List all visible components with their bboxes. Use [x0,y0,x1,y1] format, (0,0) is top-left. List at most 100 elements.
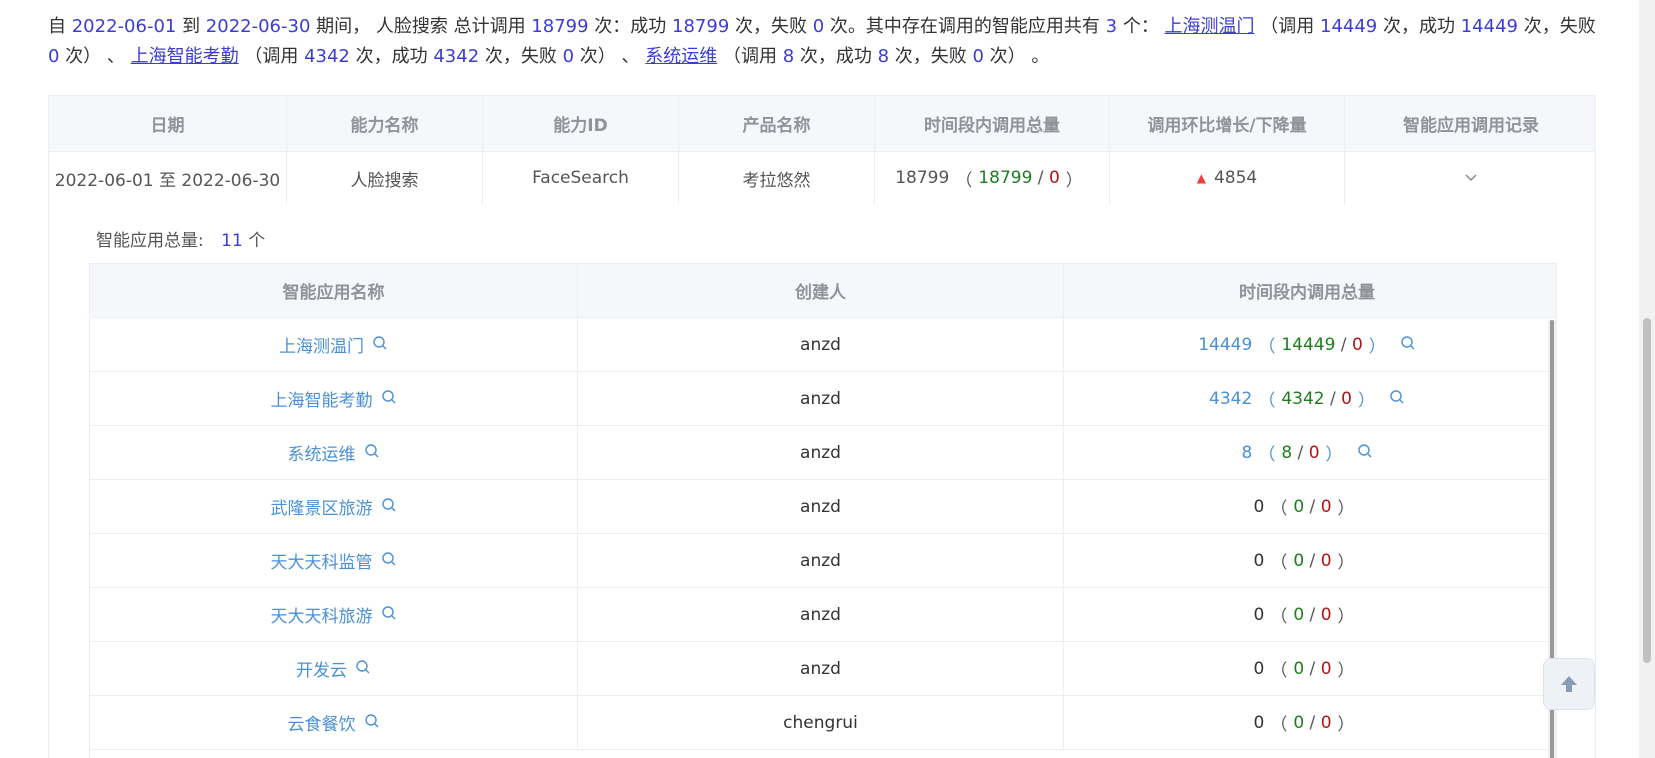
app-name-link[interactable]: 上海测温门 [279,332,364,357]
search-icon[interactable] [364,713,380,733]
paren-close: ） [1357,391,1375,411]
search-icon[interactable] [381,389,397,409]
app-fail-value: 0 [1320,658,1332,679]
search-icon[interactable] [355,659,371,679]
paren-close: ） [1325,445,1343,465]
app-name-link[interactable]: 天大天科监管 [271,548,373,573]
search-icon[interactable] [1389,389,1405,409]
cell-app-name: 上海智能考勤 [90,372,578,425]
back-to-top-button[interactable] [1543,658,1595,710]
app-name-link[interactable]: 上海智能考勤 [271,386,373,411]
header-records: 智能应用调用记录 [1403,116,1539,136]
summary-text-part: 期间， 人脸搜索 总计调用 [310,16,532,37]
cell-date: 2022-06-01 至 2022-06-30 [49,151,287,205]
slash: / [1304,496,1321,517]
slash: / [1324,388,1342,409]
paren-close: ） [1337,661,1355,681]
up-arrow-icon: ▲ [1196,171,1206,185]
success-calls: 18799 [672,16,730,37]
header-app-name: 智能应用名称 [90,264,578,317]
cell-app-total: 0 （ 0 / 0 ） [1064,534,1550,587]
header-creator: 创建人 [578,264,1064,317]
cell-creator: anzd [578,372,1064,425]
summary-text-part: （调用 [1254,16,1320,37]
app-fail-value: 0 [1308,442,1320,463]
cell-records[interactable] [1345,151,1595,205]
app-success-value: 0 [1293,604,1305,625]
search-icon[interactable] [381,605,397,625]
cell-creator: anzd [578,318,1064,371]
app-table: 智能应用名称 创建人 时间段内调用总量 上海测温门 anzd 14449 （ 1… [89,263,1557,758]
paren-open: （ [955,170,973,191]
app-total-value: 0 [1253,658,1265,679]
app-name-link[interactable]: 武隆景区旅游 [271,494,373,519]
app1-fail: 0 [48,46,60,67]
cell-growth: ▲ 4854 [1110,151,1345,205]
app-total-value[interactable]: 14449 [1198,335,1252,355]
summary-text-part: 次） 、 [574,46,646,67]
summary-app-link[interactable]: 系统运维 [645,46,717,67]
app-total-value[interactable]: 4342 [1209,389,1252,409]
chevron-down-icon[interactable] [1464,173,1478,183]
cell-app-total: 0 （ 0 / 0 ） [1064,642,1550,695]
app2-success: 4342 [433,46,480,67]
page-scrollbar-thumb[interactable] [1643,318,1651,663]
app-success-value: 0 [1293,712,1305,733]
end-date: 2022-06-30 [205,16,311,37]
cell-app-total: 0 （ 0 / 0 ） [1064,588,1550,641]
summary-text-part: 次，失败 [889,46,973,67]
table-row: 上海智能考勤 anzd 4342 （ 4342 / 0 ） [90,372,1556,426]
summary-text-part: 次，失败 [479,46,563,67]
cell-app-name: 开发云 [90,642,578,695]
header-date: 日期 [49,96,287,151]
table-header-row: 日期 能力名称 能力ID 产品名称 时间段内调用总量 调用环比增长/下降量 智能… [49,96,1595,152]
search-icon[interactable] [381,551,397,571]
search-icon[interactable] [372,335,388,355]
growth-value: 4854 [1213,168,1258,188]
app-fail-value: 0 [1320,712,1332,733]
slash: / [1292,442,1309,463]
table-row: 上海测温门 anzd 14449 （ 14449 / 0 ） [90,318,1556,372]
paren-open: （ [1258,391,1276,411]
paren-close: ） [1337,715,1355,735]
table-row: 武隆景区旅游 anzd 0 （ 0 / 0 ） [90,480,1556,534]
app-fail-value: 0 [1320,496,1332,517]
app3-fail: 0 [972,46,984,67]
summary-text-part: 次，失败 [729,16,813,37]
app3-success: 8 [877,46,890,67]
header-growth: 调用环比增长/下降量 [1110,96,1345,151]
paren-close: ） [1337,499,1355,519]
search-icon[interactable] [1357,443,1373,463]
cell-creator: anzd [578,588,1064,641]
app-name-link[interactable]: 系统运维 [288,440,356,465]
paren-close: ） [1368,337,1386,357]
cell-ability-name: 人脸搜索 [287,151,483,205]
table-row: 天大天科旅游 anzd 0 （ 0 / 0 ） [90,588,1556,642]
app-name-link[interactable]: 开发云 [296,656,347,681]
cell-ability-id: FaceSearch [483,151,679,205]
app-total-value[interactable]: 8 [1241,443,1252,463]
summary-app-link[interactable]: 上海测温门 [1165,16,1255,37]
app-total-value: 0 [1253,604,1265,625]
app-name-link[interactable]: 天大天科旅游 [271,602,373,627]
app-success-value: 14449 [1281,334,1336,355]
slash: / [1304,658,1321,679]
app-name-link[interactable]: 云食餐饮 [288,710,356,735]
table-row: 天大天科监管 anzd 0 （ 0 / 0 ） [90,534,1556,588]
app-total-value: 0 [1253,496,1265,517]
slash: / [1032,168,1049,188]
page-scrollbar[interactable] [1639,0,1655,758]
search-icon[interactable] [1400,335,1416,355]
search-icon[interactable] [364,443,380,463]
app-fail-value: 0 [1351,334,1363,355]
app-total-label: 智能应用总量: 11 个 [96,226,265,251]
cell-app-total: 0 （ 0 / 0 ） [1064,480,1550,533]
total-value: 18799 [895,168,950,188]
summary-app-link[interactable]: 上海智能考勤 [131,46,239,67]
cell-total: 18799 （ 18799 / 0 ） [875,151,1110,205]
expand-panel: 智能应用总量: 11 个 智能应用名称 创建人 时间段内调用总量 上海测温门 a… [49,206,1595,758]
summary-text: 自 2022-06-01 到 2022-06-30 期间， 人脸搜索 总计调用 … [48,12,1608,72]
search-icon[interactable] [381,497,397,517]
table-row: 云食餐饮 chengrui 0 （ 0 / 0 ） [90,696,1556,750]
cell-app-name: 天大天科旅游 [90,588,578,641]
